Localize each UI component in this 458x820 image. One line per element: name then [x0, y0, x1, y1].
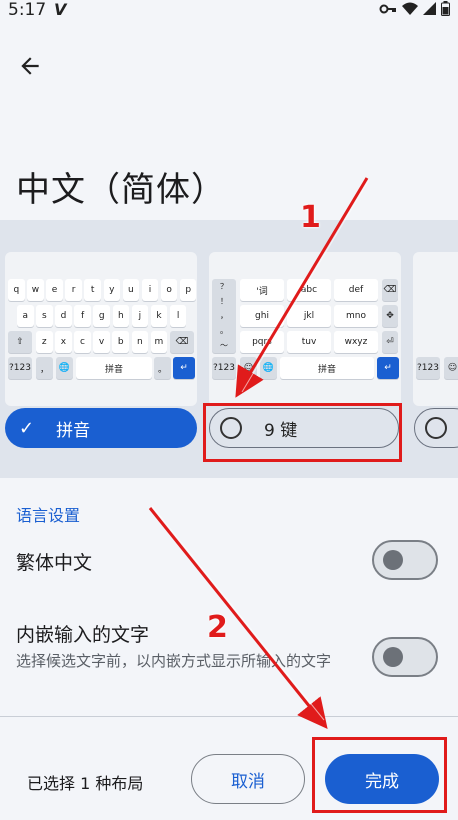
emoji-key: ☺ — [240, 357, 257, 379]
checkmark-icon: ✓ — [19, 417, 35, 439]
radio-icon — [425, 417, 447, 439]
globe-key: 🌐 — [260, 357, 277, 379]
vpn-key-icon — [379, 3, 397, 19]
key-l: l — [169, 305, 187, 327]
newline-key: ⏎ — [382, 331, 398, 353]
key-r: r — [65, 279, 82, 301]
key-pqrs: pqrs — [240, 331, 284, 353]
key-u: u — [122, 279, 140, 301]
backspace-key: ⌫ — [382, 279, 398, 301]
cursor-key: ✥ — [382, 305, 398, 327]
key-h: h — [112, 305, 130, 327]
key-i: i — [141, 279, 159, 301]
key-f: f — [74, 305, 91, 327]
arrow-left-icon — [21, 57, 39, 75]
key-d: d — [55, 305, 72, 327]
divider — [0, 716, 458, 717]
globe-key: 🌐 — [56, 357, 73, 379]
key-def: def — [334, 279, 378, 301]
nine-key-keyboard-preview[interactable]: ？ ！ ， 。 ～ '词 abc def ghi jkl mno pqrs tuv wxyz ⌫ ✥ ⏎ ?123… — [209, 252, 401, 406]
period-key: 。 — [154, 357, 171, 379]
back-button[interactable] — [14, 50, 46, 82]
punctuation-key: ？ — [220, 281, 228, 291]
punctuation-column: ？ ！ ， 。 ～ — [212, 279, 236, 353]
system-icons — [379, 1, 450, 20]
layout-option-third[interactable] — [414, 408, 458, 448]
key-mno: mno — [334, 305, 378, 327]
key-s: s — [36, 305, 53, 327]
symbols-key: ?123 — [416, 357, 440, 379]
key-t: t — [84, 279, 101, 301]
key-p: p — [179, 279, 197, 301]
page-title: 中文（简体） — [16, 170, 226, 210]
key-j: j — [131, 305, 149, 327]
key-v: v — [93, 331, 110, 353]
section-title-language-settings: 语言设置 — [16, 506, 81, 525]
key-tuv: tuv — [287, 331, 331, 353]
key-k: k — [150, 305, 168, 327]
status-time: 5:17 — [8, 0, 47, 20]
key-n: n — [131, 331, 149, 353]
toggle-knob — [383, 647, 403, 667]
key-abc: abc — [287, 279, 331, 301]
annotation-arrow-2-shadow — [151, 505, 325, 721]
key-g: g — [93, 305, 110, 327]
annotation-highlight-9-key — [203, 403, 402, 462]
punctuation-key: ！ — [220, 296, 228, 306]
battery-icon — [441, 1, 450, 20]
key-e: e — [46, 279, 63, 301]
symbols-key: ?123 — [8, 357, 32, 379]
toggle-knob — [383, 550, 403, 570]
layout-option-pinyin[interactable]: ✓ 拼音 — [5, 408, 197, 448]
status-bar: 5:17 V — [0, 0, 458, 22]
key-jkl: jkl — [287, 305, 331, 327]
setting-traditional-chinese-label: 繁体中文 — [16, 552, 93, 574]
wifi-icon — [402, 2, 418, 19]
signal-icon — [423, 2, 436, 19]
key-z: z — [36, 331, 53, 353]
emoji-key: ☺ — [444, 357, 458, 379]
key-ghi: ghi — [240, 305, 284, 327]
key-'词: '词 — [240, 279, 284, 301]
punctuation-key: ～ — [220, 341, 228, 351]
key-q: q — [8, 279, 25, 301]
punctuation-key: 。 — [220, 326, 228, 336]
key-a: a — [17, 305, 34, 327]
key-w: w — [27, 279, 44, 301]
annotation-highlight-done — [312, 737, 447, 813]
key-x: x — [55, 331, 72, 353]
key-b: b — [112, 331, 129, 353]
key-m: m — [150, 331, 168, 353]
traditional-chinese-toggle[interactable] — [372, 540, 438, 580]
punctuation-key: ， — [220, 311, 228, 321]
cancel-button[interactable]: 取消 — [191, 754, 305, 804]
setting-inline-text-description: 选择候选文字前，以内嵌方式显示所输入的文字 — [16, 652, 332, 670]
backspace-key: ⌫ — [170, 331, 194, 353]
key-y: y — [103, 279, 121, 301]
symbols-key: ?123 — [212, 357, 236, 379]
space-key: 拼音 — [76, 357, 152, 379]
app-notification-icon: V — [54, 0, 67, 19]
qwerty-keyboard-preview[interactable]: q w e r t y u i o p a s d f g h j k l ⇧ z x c v b n m ⌫ ?123， 🌐 拼音。 ↵ — [5, 252, 197, 406]
third-keyboard-preview[interactable]: ?123 ☺ — [413, 252, 458, 406]
key-c: c — [74, 331, 91, 353]
shift-key: ⇧ — [8, 331, 32, 353]
comma-key: ， — [36, 357, 53, 379]
selected-layout-count: 已选择 1 种布局 — [27, 774, 144, 793]
annotation-arrow-2 — [148, 507, 328, 730]
setting-inline-text-label: 内嵌输入的文字 — [16, 624, 150, 646]
key-wxyz: wxyz — [334, 331, 378, 353]
annotation-step-2: 2 — [207, 610, 228, 645]
enter-key: ↵ — [173, 357, 195, 379]
space-key: 拼音 — [280, 357, 374, 379]
layout-option-label: 拼音 — [56, 420, 91, 441]
enter-key: ↵ — [377, 357, 399, 379]
inline-text-toggle[interactable] — [372, 637, 438, 677]
annotation-step-1: 1 — [300, 200, 321, 235]
key-o: o — [160, 279, 178, 301]
